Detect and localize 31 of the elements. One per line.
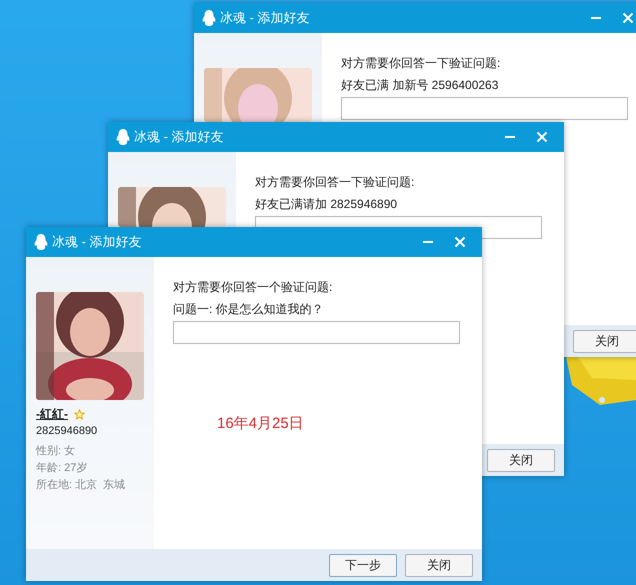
answer-field[interactable]: [341, 97, 628, 120]
question-text: 好友已满请加 2825946890: [255, 196, 398, 212]
close-icon: [622, 12, 634, 24]
close-dialog-button[interactable]: 关闭: [573, 330, 636, 352]
penguin-icon: [202, 10, 216, 26]
prompt-text: 对方需要你回答一下验证问题:: [341, 55, 502, 71]
star-icon: [74, 409, 85, 420]
question-text: 问题一: 你是怎么知道我的？: [173, 301, 325, 317]
qq-number: 2825946890: [36, 425, 98, 437]
minimize-icon: [504, 136, 516, 138]
close-icon: [536, 131, 548, 143]
next-button[interactable]: 下一步: [329, 554, 397, 576]
date-note: 16年4月25日: [217, 414, 304, 433]
profile-detail: 所在地: 北京 东城: [36, 478, 126, 493]
prompt-text: 对方需要你回答一下验证问题:: [255, 174, 416, 190]
close-dialog-button[interactable]: 关闭: [487, 448, 555, 472]
minimize-icon: [590, 17, 602, 19]
close-icon: [454, 236, 466, 248]
window-title: 冰魂 - 添加好友: [220, 9, 310, 27]
window-title: 冰魂 - 添加好友: [134, 128, 224, 146]
profile-detail: 年龄: 27岁: [36, 461, 88, 476]
contact-name: -紅紅-: [36, 406, 68, 423]
penguin-icon: [116, 129, 130, 145]
close-dialog-button[interactable]: 关闭: [405, 554, 473, 576]
profile-detail: 性别: 女: [36, 444, 76, 459]
penguin-icon: [34, 234, 48, 250]
window-title: 冰魂 - 添加好友: [52, 233, 142, 251]
answer-field[interactable]: [173, 321, 460, 344]
prompt-text: 对方需要你回答一个验证问题:: [173, 279, 334, 295]
question-text: 好友已满 加新号 2596400263: [341, 77, 500, 93]
minimize-icon: [422, 241, 434, 243]
